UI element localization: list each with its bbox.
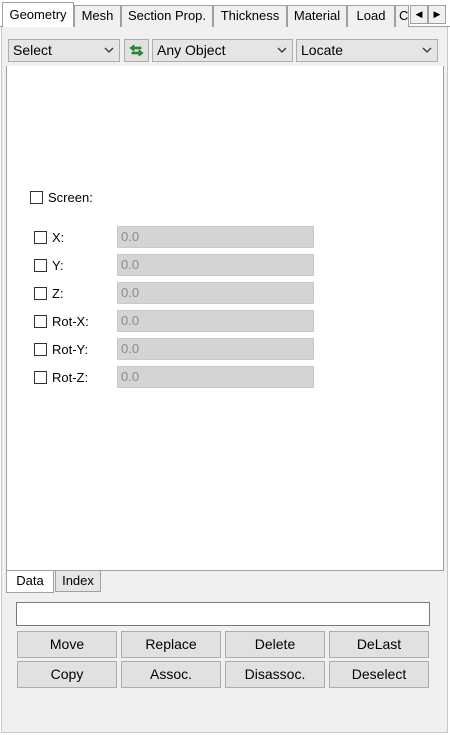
x-field[interactable]: 0.0	[117, 226, 314, 248]
screen-label: Screen:	[48, 190, 93, 205]
z-field[interactable]: 0.0	[117, 282, 314, 304]
tab-load[interactable]: Load	[347, 5, 395, 27]
rot-y-checkbox[interactable]	[34, 343, 47, 356]
tab-scroll-right-button[interactable]: ▶	[428, 5, 446, 24]
tab-thickness[interactable]: Thickness	[213, 5, 287, 27]
selection-input[interactable]	[16, 602, 430, 626]
rot-y-field[interactable]: 0.0	[117, 338, 314, 360]
rot-x-field[interactable]: 0.0	[117, 310, 314, 332]
assoc-button[interactable]: Assoc.	[121, 661, 221, 688]
x-checkbox[interactable]	[34, 231, 47, 244]
tab-scroll-left-button[interactable]: ◀	[410, 5, 428, 24]
chevron-down-icon	[422, 40, 432, 61]
tab-mesh[interactable]: Mesh	[74, 5, 121, 27]
deselect-button[interactable]: Deselect	[329, 661, 429, 688]
tab-material[interactable]: Material	[287, 5, 347, 27]
rot-z-checkbox[interactable]	[34, 371, 47, 384]
z-checkbox[interactable]	[34, 287, 47, 300]
delast-button[interactable]: DeLast	[329, 631, 429, 658]
replace-button[interactable]: Replace	[121, 631, 221, 658]
action-select-value: Locate	[301, 42, 344, 58]
rot-x-checkbox[interactable]	[34, 315, 47, 328]
chevron-down-icon	[277, 40, 287, 61]
top-tab-strip: Geometry Mesh Section Prop. Thickness Ma…	[0, 0, 450, 27]
swap-button[interactable]	[124, 39, 149, 62]
tab-geometry[interactable]: Geometry	[2, 2, 74, 27]
tab-index[interactable]: Index	[55, 571, 101, 592]
object-type-value: Any Object	[157, 42, 226, 58]
tab-section-prop[interactable]: Section Prop.	[121, 5, 213, 27]
move-button[interactable]: Move	[17, 631, 117, 658]
locate-content-area: Screen: X: 0.0 Y: 0.0 Z: 0.0 Rot-X: 0.0 …	[6, 66, 444, 571]
chevron-down-icon	[104, 40, 114, 61]
z-label: Z:	[52, 286, 64, 301]
rot-z-field[interactable]: 0.0	[117, 366, 314, 388]
arrow-left-icon: ◀	[415, 9, 423, 19]
y-label: Y:	[52, 258, 64, 273]
action-select[interactable]: Locate	[296, 39, 438, 62]
arrow-right-icon: ▶	[433, 9, 441, 19]
y-field[interactable]: 0.0	[117, 254, 314, 276]
mode-select[interactable]: Select	[8, 39, 120, 62]
delete-button[interactable]: Delete	[225, 631, 325, 658]
disassoc-button[interactable]: Disassoc.	[225, 661, 325, 688]
screen-checkbox[interactable]	[30, 191, 43, 204]
x-label: X:	[52, 230, 65, 245]
copy-button[interactable]: Copy	[17, 661, 117, 688]
object-type-select[interactable]: Any Object	[152, 39, 293, 62]
rot-z-label: Rot-Z:	[52, 370, 89, 385]
swap-arrows-icon	[129, 44, 144, 57]
rot-y-label: Rot-Y:	[52, 342, 89, 357]
tab-data[interactable]: Data	[6, 571, 54, 593]
y-checkbox[interactable]	[34, 259, 47, 272]
mode-select-value: Select	[13, 42, 52, 58]
tab-truncated[interactable]: C	[395, 5, 409, 27]
rot-x-label: Rot-X:	[52, 314, 89, 329]
